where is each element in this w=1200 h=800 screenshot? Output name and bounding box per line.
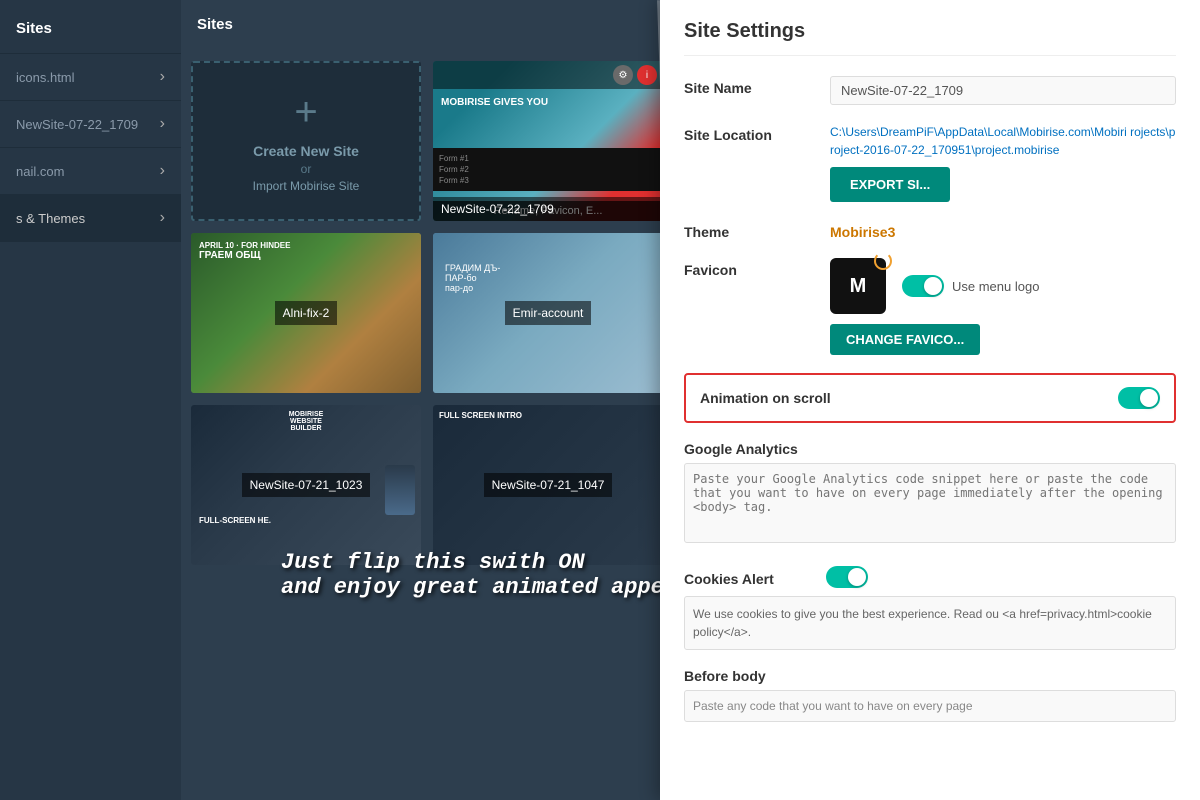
favicon-label: Favicon bbox=[684, 258, 814, 278]
site-card-label: Emir-account bbox=[505, 301, 592, 325]
sidebar-header: Sites bbox=[0, 0, 181, 54]
import-label: Import Mobirise Site bbox=[253, 179, 360, 193]
thumb-toolbar: ⚙ i bbox=[433, 61, 663, 89]
sidebar-item-label: NewSite-07-22_1709 bbox=[16, 117, 138, 132]
site-location-label: Site Location bbox=[684, 123, 814, 143]
google-analytics-label: Google Analytics bbox=[684, 441, 1176, 457]
google-analytics-section: Google Analytics bbox=[684, 441, 1176, 548]
site-card-newsite-1023[interactable]: MOBIRISEWEBSITEBUILDER FULL-SCREEN HE. N… bbox=[191, 405, 421, 565]
site-card-newsite-1047[interactable]: FULL SCREEN INTRO NewSite-07-21_1047 bbox=[433, 405, 663, 565]
chevron-right-icon: › bbox=[160, 209, 165, 227]
info-icon[interactable]: i bbox=[637, 65, 657, 85]
favicon-spinner bbox=[874, 252, 892, 270]
cookies-toggle[interactable] bbox=[826, 566, 868, 588]
use-logo-row: Use menu logo bbox=[902, 275, 1039, 297]
plus-icon: + bbox=[294, 90, 317, 135]
create-new-site-card[interactable]: + Create New Site or Import Mobirise Sit… bbox=[191, 61, 421, 221]
thumb-content: APRIL 10 · FOR HINDEEГРАЕМ ОБЩ bbox=[199, 241, 413, 261]
thumb-fullscreen: FULL-SCREEN HE. bbox=[199, 516, 413, 525]
site-card-label: NewSite-07-21_1047 bbox=[484, 473, 613, 497]
site-card-label: NewSite-07-21_1023 bbox=[242, 473, 371, 497]
site-card-emir[interactable]: ГРАДИМ ДЪ-ПАР-бопар-до Emir-account bbox=[433, 233, 663, 393]
site-card-label: NewSite-07-22_1709 bbox=[433, 197, 663, 221]
cookies-label-row: Cookies Alert bbox=[684, 566, 1176, 588]
sidebar-item-email[interactable]: nail.com › bbox=[0, 148, 181, 195]
sidebar: Sites icons.html › NewSite-07-22_1709 › … bbox=[0, 0, 181, 800]
theme-value: Mobirise3 bbox=[830, 220, 1176, 240]
use-logo-label: Use menu logo bbox=[952, 279, 1039, 294]
cookies-alert-section: Cookies Alert We use cookies to give you… bbox=[684, 566, 1176, 650]
or-label: or bbox=[301, 162, 312, 176]
site-location-row: Site Location C:\Users\DreamPiF\AppData\… bbox=[684, 123, 1176, 202]
animation-on-scroll-label: Animation on scroll bbox=[700, 390, 1102, 406]
thumb-mobirise-text: MOBIRISE GIVES YOU bbox=[441, 97, 655, 108]
settings-title: Site Settings bbox=[684, 20, 1176, 56]
favicon-content: M Use menu logo bbox=[830, 258, 1176, 314]
gear-icon[interactable]: ⚙ bbox=[613, 65, 633, 85]
favicon-preview: M bbox=[830, 258, 886, 314]
animation-toggle[interactable] bbox=[1118, 387, 1160, 409]
thumb-mobirise-logo: MOBIRISEWEBSITEBUILDER bbox=[197, 411, 415, 432]
thumb-form-area: Form #1 Form #2 Form #3 bbox=[433, 148, 663, 191]
cookies-label: Cookies Alert bbox=[684, 567, 814, 587]
google-analytics-input[interactable] bbox=[684, 463, 1176, 543]
chevron-right-icon: › bbox=[160, 68, 165, 86]
sidebar-item-label: nail.com bbox=[16, 164, 64, 179]
chevron-right-icon: › bbox=[160, 162, 165, 180]
sidebar-item-newsite[interactable]: NewSite-07-22_1709 › bbox=[0, 101, 181, 148]
sidebar-item-icons[interactable]: icons.html › bbox=[0, 54, 181, 101]
thumb-text: ГРАДИМ ДЪ-ПАР-бопар-до bbox=[445, 263, 651, 293]
site-location-path: C:\Users\DreamPiF\AppData\Local\Mobirise… bbox=[830, 123, 1176, 159]
sidebar-item-themes[interactable]: s & Themes › bbox=[0, 195, 181, 242]
site-card-label: Alni-fix-2 bbox=[275, 301, 338, 325]
animation-on-scroll-row: Animation on scroll bbox=[684, 373, 1176, 423]
theme-row: Theme Mobirise3 bbox=[684, 220, 1176, 240]
thumb-phone bbox=[385, 465, 415, 515]
before-body-label: Before body bbox=[684, 668, 1176, 684]
site-name-row: Site Name bbox=[684, 76, 1176, 105]
sidebar-item-label: s & Themes bbox=[16, 211, 85, 226]
chevron-right-icon: › bbox=[160, 115, 165, 133]
site-card-newsite-0722[interactable]: ⚙ i MOBIRISE GIVES YOU Form #1 Form #2 F… bbox=[433, 61, 663, 221]
site-name-input[interactable] bbox=[830, 76, 1176, 105]
before-body-hint: Paste any code that you want to have on … bbox=[684, 690, 1176, 722]
use-logo-toggle[interactable] bbox=[902, 275, 944, 297]
before-body-section: Before body Paste any code that you want… bbox=[684, 668, 1176, 722]
main-content: Sites + Create New Site or Import Mobiri… bbox=[181, 0, 1200, 800]
cookies-text: We use cookies to give you the best expe… bbox=[684, 596, 1176, 650]
site-card-alni[interactable]: APRIL 10 · FOR HINDEEГРАЕМ ОБЩ Alni-fix-… bbox=[191, 233, 421, 393]
sidebar-item-label: icons.html bbox=[16, 70, 75, 85]
theme-label: Theme bbox=[684, 220, 814, 240]
create-new-site-label: Create New Site bbox=[253, 143, 359, 159]
settings-panel: Site Settings Site Name Site Location C:… bbox=[660, 0, 1200, 800]
favicon-row: Favicon M Use menu logo CHANGE FAVICO... bbox=[684, 258, 1176, 355]
thumb-fullscreen2: FULL SCREEN INTRO bbox=[439, 411, 593, 420]
site-name-label: Site Name bbox=[684, 76, 814, 96]
change-favicon-button[interactable]: CHANGE FAVICO... bbox=[830, 324, 980, 355]
export-site-button[interactable]: EXPORT SI... bbox=[830, 167, 950, 202]
